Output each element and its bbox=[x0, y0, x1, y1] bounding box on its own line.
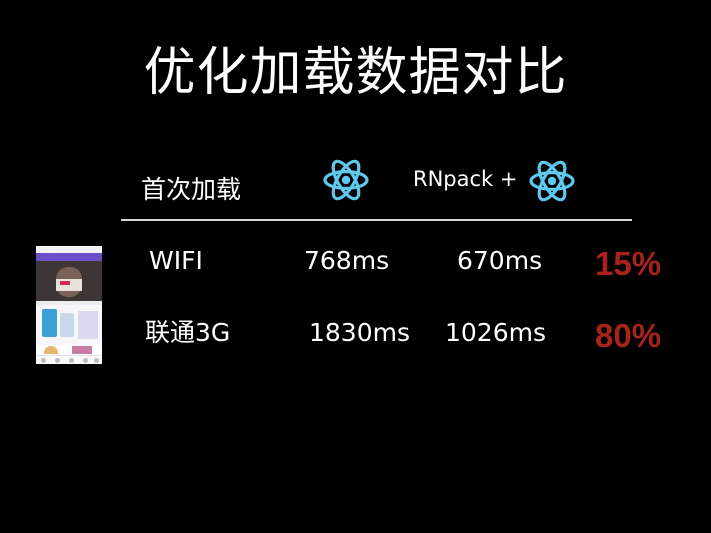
header-divider bbox=[121, 219, 632, 221]
react-logo-icon bbox=[323, 159, 369, 201]
row-improvement-percent: 80% bbox=[595, 317, 662, 354]
column-header-first-load: 首次加载 bbox=[141, 175, 242, 204]
slide-title: 优化加载数据对比 bbox=[143, 43, 568, 103]
row-network-label: WIFI bbox=[149, 246, 203, 275]
row-baseline-time: 1830ms bbox=[309, 318, 411, 347]
react-logo-icon bbox=[529, 160, 575, 202]
slide: 优化加载数据对比 首次加载 RNpack + WIFI 768ms 670ms bbox=[0, 0, 711, 533]
row-baseline-time: 768ms bbox=[304, 246, 390, 275]
row-improvement-percent: 15% bbox=[595, 245, 662, 282]
row-network-label: 联通3G bbox=[145, 318, 231, 347]
row-rnpack-time: 670ms bbox=[457, 246, 543, 275]
app-screenshot-thumbnail bbox=[36, 246, 102, 364]
column-header-rnpack: RNpack + bbox=[413, 167, 518, 191]
row-rnpack-time: 1026ms bbox=[445, 318, 547, 347]
